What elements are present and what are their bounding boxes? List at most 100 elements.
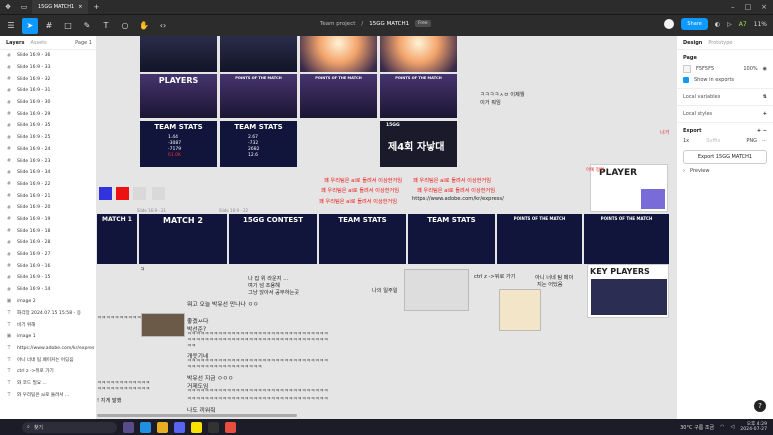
home-icon[interactable]: ▭ <box>16 0 32 14</box>
text-note[interactable]: ㅋㅋㅋㅋㅋㅋㅋㅋㅋㅋㅋㅋㅋㅋㅋㅋㅋㅋㅋㅋㅋㅋㅋㅋㅋㅋㅋㅋㅋㅋㅋㅋ <box>187 389 328 396</box>
slide-thumbnail[interactable]: POINTS OF THE MATCH <box>497 214 582 264</box>
minimize-icon[interactable]: – <box>731 3 735 11</box>
add-export-icon[interactable]: + <box>757 128 761 134</box>
text-note[interactable]: 이거 뭐임 <box>480 99 501 106</box>
figma-logo-icon[interactable]: ❖ <box>0 0 16 14</box>
slide-thumbnail[interactable] <box>300 36 377 72</box>
sticker-grid-image[interactable] <box>404 269 469 311</box>
url-note[interactable]: https://www.adobe.com/kr/express/ <box>412 196 504 202</box>
canvas[interactable]: PLAYERS POINTS OF THE MATCH POINTS OF TH… <box>97 36 676 419</box>
export-format-select[interactable]: PNG <box>746 138 757 144</box>
task-view-icon[interactable] <box>123 421 134 433</box>
layer-item[interactable]: ▣ image 1 <box>0 331 96 343</box>
horizontal-scrollbar[interactable] <box>97 414 297 417</box>
slide-thumbnail[interactable]: TEAM STATS <box>408 214 495 264</box>
frame-label[interactable]: Slide 16:9 - 21 <box>137 208 166 213</box>
slide-thumbnail[interactable]: POINTS OF THE MATCH <box>220 74 297 118</box>
play-icon[interactable]: ▷ <box>727 21 732 28</box>
local-styles-label[interactable]: Local styles <box>683 111 712 117</box>
layer-item[interactable]: # Slide 16:9 - 19 <box>0 214 96 226</box>
layer-item[interactable]: # Slide 16:9 - 15 <box>0 272 96 284</box>
edge-icon[interactable] <box>140 421 151 433</box>
figma-taskbar-icon[interactable] <box>225 421 236 433</box>
text-note[interactable]: 너거 <box>660 129 670 136</box>
slide-thumbnail[interactable]: MATCH 2 <box>139 214 227 264</box>
text-note[interactable]: ㅋㅋㅋㅋㅅㅂ 이제뭘 <box>480 91 525 98</box>
chevron-right-icon[interactable]: › <box>683 168 685 174</box>
text-note[interactable]: ㅋㅋㅋㅋㅋㅋㅋㅋㅋㅋㅋㅋㅋㅋㅋㅋㅋㅋㅋㅋㅋㅋㅋㅋㅋㅋㅋㅋㅋㅋㅋㅋ <box>187 338 328 345</box>
help-button[interactable]: ? <box>754 400 766 412</box>
sticker-image[interactable] <box>499 289 541 331</box>
slide-thumbnail[interactable]: PLAYERS <box>140 74 217 118</box>
page-color-chip[interactable] <box>683 65 691 73</box>
photo-image[interactable] <box>141 313 185 337</box>
layer-item[interactable]: # Slide 16:9 - 18 <box>0 225 96 237</box>
text-note[interactable]: 여기 넘 조용해 <box>248 282 280 289</box>
layer-item[interactable]: # Slide 16:9 - 28 <box>0 237 96 249</box>
new-tab-button[interactable]: + <box>88 0 104 14</box>
color-swatch[interactable] <box>116 187 129 200</box>
shape-tool-icon[interactable]: □ <box>60 18 76 34</box>
tab-layers[interactable]: Layers <box>6 40 25 46</box>
layer-item[interactable]: T 화각장 2024.07.15 15:58 - 응 <box>0 307 96 319</box>
code-tool-icon[interactable]: ‹› <box>155 18 171 34</box>
close-icon[interactable]: × <box>78 4 82 10</box>
text-note[interactable]: ㅋㅋㅋㅋㅋㅋㅋㅋㅋㅋㅋㅋㅋㅋㅋㅋㅋㅋㅋㅋㅋㅋㅋㅋㅋㅋㅋㅋㅋㅋㅋㅋ <box>187 397 328 404</box>
local-variables-label[interactable]: Local variables <box>683 94 720 100</box>
text-note[interactable]: 그냥 앉아서 공부하는곳 <box>248 289 299 296</box>
slide-thumbnail[interactable]: TEAM STATS <box>319 214 406 264</box>
text-note[interactable]: ㅋㅋㅋㅋㅋㅋㅋㅋㅋㅋㅋㅋㅋㅋㅋㅋㅋ <box>187 365 262 372</box>
layer-item[interactable]: # Slide 16:9 - 29 <box>0 108 96 120</box>
slide-thumbnail[interactable] <box>220 36 297 72</box>
layer-item[interactable]: T 와 우리팀은 ai로 돌려서 ... <box>0 389 96 401</box>
app-icon[interactable] <box>208 421 219 433</box>
layer-item[interactable]: # Slide 16:9 - 25 <box>0 132 96 144</box>
dev-mode-icon[interactable]: ◐ <box>715 21 720 28</box>
layer-item[interactable]: ▣ image 2 <box>0 295 96 307</box>
text-note[interactable]: ㅋㅋㅋㅋㅋㅋㅋㅋㅋㅋㅋㅋ <box>97 387 150 394</box>
layer-item[interactable]: # Slide 16:9 - 16 <box>0 260 96 272</box>
pen-tool-icon[interactable]: ✎ <box>79 18 95 34</box>
slide-thumbnail[interactable]: POINTS OF THE MATCH <box>584 214 669 264</box>
share-button[interactable]: Share <box>681 18 708 30</box>
text-tool-icon[interactable]: T <box>98 18 114 34</box>
slide-thumbnail[interactable]: KEY PLAYERS <box>587 264 669 318</box>
maximize-icon[interactable]: □ <box>745 3 752 11</box>
team-breadcrumb[interactable]: Team project <box>320 21 355 27</box>
layer-item[interactable]: # Slide 16:9 - 14 <box>0 284 96 296</box>
text-note[interactable]: 뭐고 오늘 박유선 만나나 ㅇㅇ <box>187 299 258 308</box>
slide-thumbnail[interactable]: 15GG CONTEST <box>229 214 317 264</box>
file-explorer-icon[interactable] <box>157 421 168 433</box>
text-note[interactable]: 꽤 우리팀은 ai로 돌려서 이상한거임 <box>417 187 495 194</box>
text-note[interactable]: ctrl z ->뒤로 가기 <box>474 273 515 280</box>
export-button[interactable]: Export 15GG MATCH1 <box>683 150 767 164</box>
clock-date[interactable]: 2024-07-27 <box>740 427 767 433</box>
taskbar-search[interactable]: ⌕ 찾기 <box>22 421 117 433</box>
slide-thumbnail[interactable]: POINTS OF THE MATCH <box>300 74 377 118</box>
comment-tool-icon[interactable]: ○ <box>117 18 133 34</box>
weather-label[interactable]: 30°C 구름 조금 <box>680 424 714 431</box>
add-style-icon[interactable]: + <box>763 111 767 117</box>
hand-tool-icon[interactable]: ✋ <box>136 18 152 34</box>
layer-item[interactable]: # Slide 16:9 - 24 <box>0 144 96 156</box>
move-tool-icon[interactable]: ➤ <box>22 17 38 34</box>
discord-icon[interactable] <box>174 421 185 433</box>
show-exports-checkbox[interactable] <box>683 77 689 83</box>
text-note[interactable]: 꽤 우리팀은 ai로 돌려서 이상한거임 <box>319 198 397 205</box>
layer-item[interactable]: # Slide 16:9 - 35 <box>0 120 96 132</box>
avatar[interactable] <box>664 19 675 29</box>
volume-icon[interactable]: ◁ <box>730 424 734 430</box>
layer-item[interactable]: Tctrl z ->뒤로 가기 <box>0 366 96 378</box>
file-name[interactable]: 15GG MATCH1 <box>369 21 409 27</box>
main-menu-icon[interactable]: ☰ <box>3 18 19 34</box>
text-note[interactable]: ! 지게 말했 <box>97 397 121 404</box>
layer-item[interactable]: # Slide 16:9 - 34 <box>0 167 96 179</box>
remove-export-icon[interactable]: − <box>763 128 767 134</box>
tab-prototype[interactable]: Prototype <box>708 40 732 46</box>
text-note[interactable]: 나 집 위 라운지 ... <box>248 275 288 282</box>
layer-item[interactable]: # Slide 16:9 - 36 <box>0 50 96 62</box>
text-note[interactable]: 나의 일주일 <box>372 287 398 294</box>
layer-item[interactable]: T 비기 위해 <box>0 319 96 331</box>
layer-item[interactable]: # Slide 16:9 - 33 <box>0 62 96 74</box>
slide-thumbnail[interactable] <box>380 36 457 72</box>
